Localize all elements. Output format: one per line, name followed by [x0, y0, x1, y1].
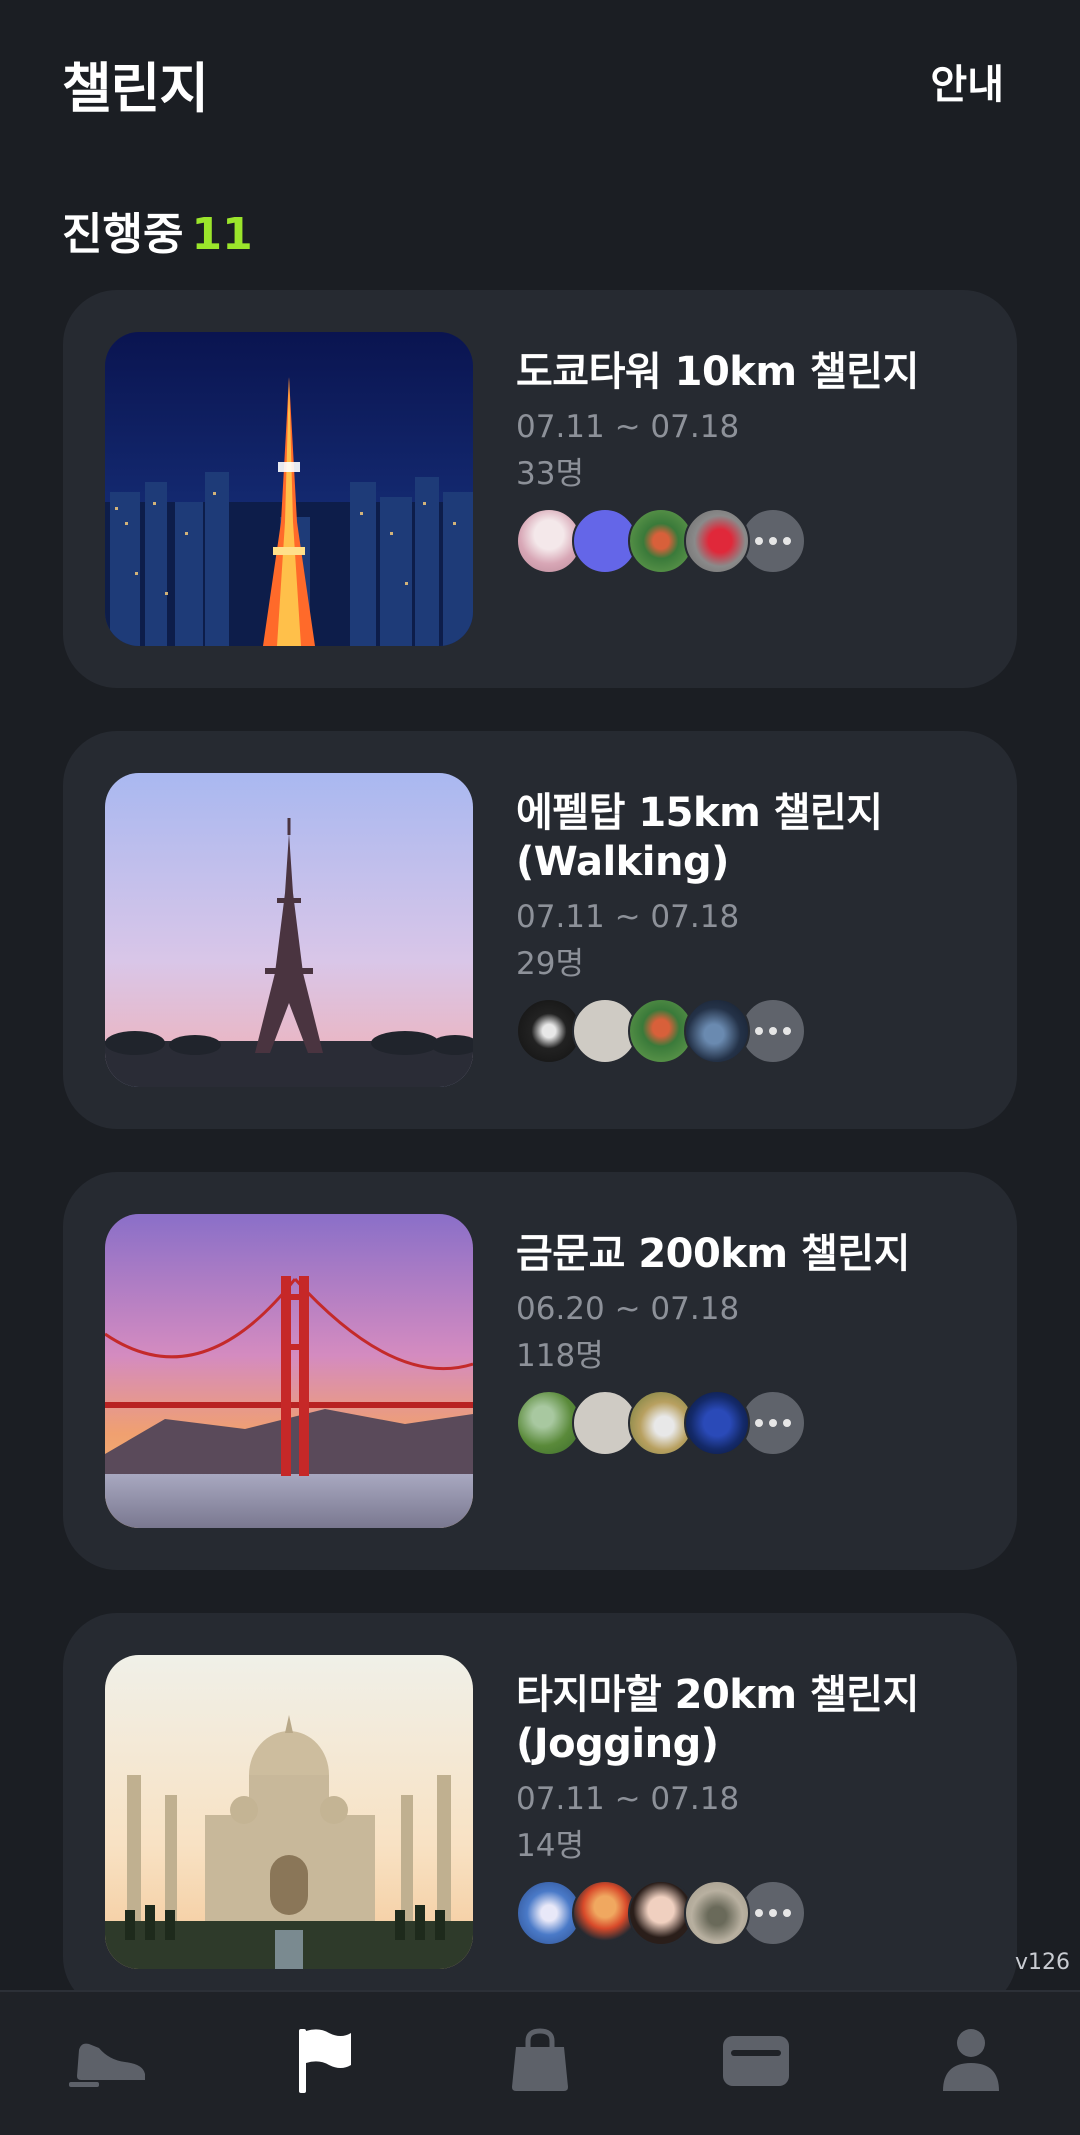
challenge-dates: 07.11 ~ 07.18	[516, 899, 740, 935]
challenge-info: 금문교 200km 챌린지 06.20 ~ 07.18 118명	[516, 1230, 986, 1456]
challenge-dates: 06.20 ~ 07.18	[516, 1291, 740, 1327]
challenge-dates: 07.11 ~ 07.18	[516, 1781, 740, 1817]
section-label: 진행중	[62, 209, 184, 260]
bottom-tab-bar	[0, 1990, 1080, 2135]
challenge-card[interactable]: 금문교 200km 챌린지 06.20 ~ 07.18 118명	[63, 1172, 1017, 1570]
header: 챌린지 안내	[0, 0, 1080, 160]
avatar	[684, 998, 750, 1064]
challenge-image	[105, 773, 473, 1087]
tab-challenge[interactable]	[279, 2020, 369, 2100]
wallet-icon	[723, 2036, 789, 2086]
challenge-image	[105, 332, 473, 646]
participant-avatars[interactable]	[516, 998, 986, 1064]
page-title: 챌린지	[62, 57, 209, 120]
challenge-member-count: 118명	[516, 1338, 604, 1374]
challenge-info: 에펠탑 15km 챌린지 (Walking) 07.11 ~ 07.18 29명	[516, 789, 986, 1064]
participant-avatars[interactable]	[516, 508, 986, 574]
challenge-title: 금문교 200km 챌린지	[516, 1231, 910, 1277]
taj-mahal-image	[105, 1655, 473, 1969]
challenge-dates: 07.11 ~ 07.18	[516, 409, 740, 445]
challenge-info: 도쿄타워 10km 챌린지 07.11 ~ 07.18 33명	[516, 348, 986, 574]
shoe-icon	[69, 2043, 145, 2087]
avatar	[684, 1880, 750, 1946]
section-title: 진행중 11	[62, 198, 253, 262]
version-label: v126	[1014, 1950, 1070, 1975]
eiffel-tower-image	[105, 773, 473, 1087]
shopping-bag-icon	[512, 2028, 568, 2091]
tab-profile[interactable]	[926, 2020, 1016, 2100]
tokyo-tower-image	[105, 332, 473, 646]
challenge-member-count: 29명	[516, 946, 584, 982]
avatar	[684, 1390, 750, 1456]
challenge-image	[105, 1655, 473, 1969]
challenge-info: 타지마할 20km 챌린지 (Jogging) 07.11 ~ 07.18 14…	[516, 1671, 986, 1946]
challenge-title: 타지마할 20km 챌린지 (Jogging)	[516, 1672, 919, 1767]
challenge-title: 도쿄타워 10km 챌린지	[516, 349, 919, 395]
participant-avatars[interactable]	[516, 1390, 986, 1456]
golden-gate-image	[105, 1214, 473, 1528]
guide-button[interactable]: 안내	[930, 52, 1004, 110]
section-count: 11	[191, 209, 253, 260]
tab-activity[interactable]	[64, 2020, 154, 2100]
challenge-card[interactable]: 도쿄타워 10km 챌린지 07.11 ~ 07.18 33명	[63, 290, 1017, 688]
participant-avatars[interactable]	[516, 1880, 986, 1946]
profile-icon	[943, 2029, 999, 2091]
avatar	[684, 508, 750, 574]
flag-icon	[299, 2029, 351, 2093]
tab-wallet[interactable]	[711, 2020, 801, 2100]
challenge-card[interactable]: 에펠탑 15km 챌린지 (Walking) 07.11 ~ 07.18 29명	[63, 731, 1017, 1129]
challenge-member-count: 33명	[516, 456, 584, 492]
challenge-image	[105, 1214, 473, 1528]
challenge-member-count: 14명	[516, 1828, 584, 1864]
challenge-card[interactable]: 타지마할 20km 챌린지 (Jogging) 07.11 ~ 07.18 14…	[63, 1613, 1017, 2011]
tab-shop[interactable]	[495, 2020, 585, 2100]
challenge-title: 에펠탑 15km 챌린지 (Walking)	[516, 790, 883, 885]
